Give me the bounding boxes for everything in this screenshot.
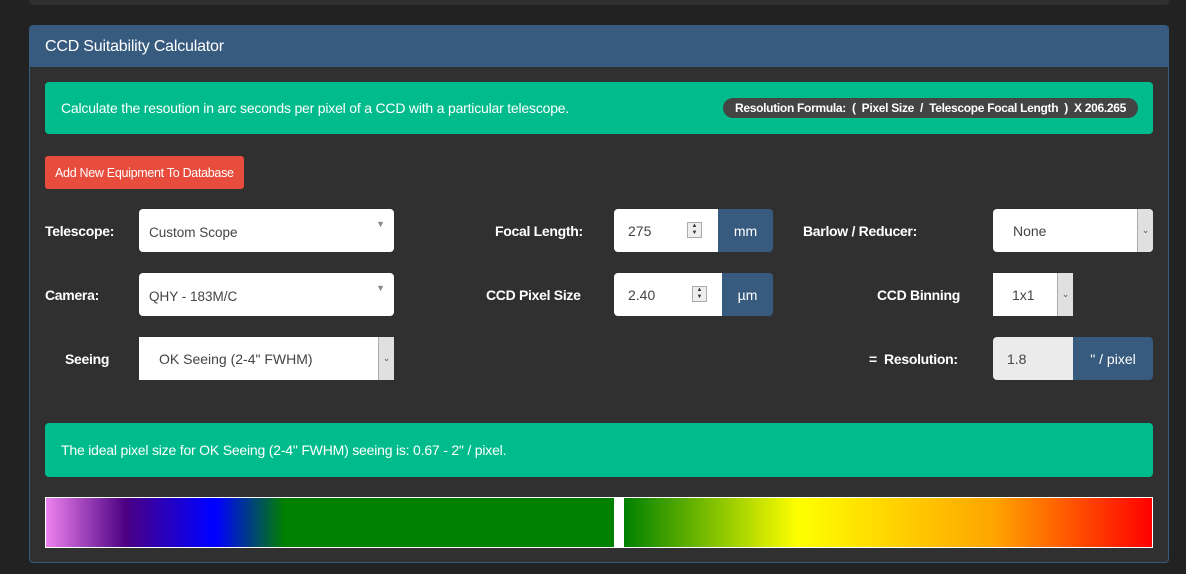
result-text: The ideal pixel size for OK Seeing (2-4"… — [61, 442, 507, 458]
pixel-size-value: 2.40 — [628, 286, 656, 303]
formula-term-pixel-size: Pixel Size — [861, 101, 915, 115]
result-alert: The ideal pixel size for OK Seeing (2-4"… — [45, 423, 1153, 477]
telescope-value: Custom Scope — [149, 225, 238, 240]
camera-select[interactable]: QHY - 183M/C ▼ — [139, 273, 394, 316]
resolution-output: 1.8 — [993, 337, 1073, 380]
seeing-label: Seeing — [65, 351, 110, 367]
seeing-spectrum-bar — [45, 497, 1153, 548]
telescope-label: Telescope: — [45, 223, 115, 239]
seeing-value: OK Seeing (2-4" FWHM) — [159, 350, 313, 367]
panel-body: Calculate the resoution in arc seconds p… — [30, 67, 1168, 562]
panel-heading: CCD Suitability Calculator — [30, 26, 1168, 67]
focal-length-unit: mm — [718, 209, 773, 252]
barlow-select[interactable]: None ⌄ — [993, 209, 1153, 252]
formula-close-paren: ) — [1064, 101, 1068, 115]
spectrum-left-segment — [46, 498, 614, 547]
resolution-value: 1.8 — [1007, 350, 1027, 367]
chevron-down-icon: ⌄ — [1057, 273, 1073, 316]
spinner-icon[interactable]: ▲ ▼ — [692, 286, 707, 302]
intro-text: Calculate the resoution in arc seconds p… — [61, 100, 570, 116]
resolution-unit: " / pixel — [1073, 337, 1153, 380]
binning-select[interactable]: 1x1 ⌄ — [993, 273, 1073, 316]
resolution-marker — [614, 498, 624, 547]
chevron-down-icon: ⌄ — [378, 337, 394, 380]
resolution-label: = Resolution: — [869, 351, 958, 367]
add-equipment-button[interactable]: Add New Equipment To Database — [45, 156, 244, 189]
caret-down-icon: ▼ — [376, 219, 385, 229]
formula-multiplier: X 206.265 — [1073, 101, 1126, 115]
previous-panel-edge — [29, 0, 1169, 5]
spectrum-right-segment — [624, 498, 1152, 547]
pixel-size-label: CCD Pixel Size — [486, 287, 581, 303]
formula-divider: / — [920, 101, 924, 115]
formula-badge: Resolution Formula: ( Pixel Size / Teles… — [722, 98, 1138, 118]
chevron-down-icon: ⌄ — [1137, 209, 1153, 252]
binning-value: 1x1 — [1012, 286, 1035, 303]
pixel-size-unit: µm — [722, 273, 773, 316]
spinner-icon[interactable]: ▲ ▼ — [687, 222, 702, 238]
ccd-calculator-panel: CCD Suitability Calculator Calculate the… — [29, 25, 1169, 563]
telescope-select[interactable]: Custom Scope ▼ — [139, 209, 394, 252]
formula-open-paren: ( — [851, 101, 856, 115]
camera-label: Camera: — [45, 287, 99, 303]
binning-label: CCD Binning — [877, 287, 961, 303]
panel-title: CCD Suitability Calculator — [45, 37, 224, 55]
barlow-value: None — [1013, 222, 1047, 239]
formula-term-focal-length: Telescope Focal Length — [929, 101, 1059, 115]
seeing-select[interactable]: OK Seeing (2-4" FWHM) ⌄ — [139, 337, 394, 380]
formula-label: Resolution Formula: — [734, 101, 846, 115]
intro-alert: Calculate the resoution in arc seconds p… — [45, 82, 1153, 134]
focal-length-group: 275 ▲ ▼ mm — [614, 209, 773, 252]
focal-length-value: 275 — [628, 222, 652, 239]
resolution-group: 1.8 " / pixel — [993, 337, 1153, 380]
camera-value: QHY - 183M/C — [149, 289, 238, 304]
focal-length-label: Focal Length: — [495, 223, 583, 239]
focal-length-input[interactable]: 275 ▲ ▼ — [614, 209, 718, 252]
pixel-size-group: 2.40 ▲ ▼ µm — [614, 273, 773, 316]
barlow-label: Barlow / Reducer: — [803, 223, 917, 239]
caret-down-icon: ▼ — [376, 283, 385, 293]
pixel-size-input[interactable]: 2.40 ▲ ▼ — [614, 273, 722, 316]
